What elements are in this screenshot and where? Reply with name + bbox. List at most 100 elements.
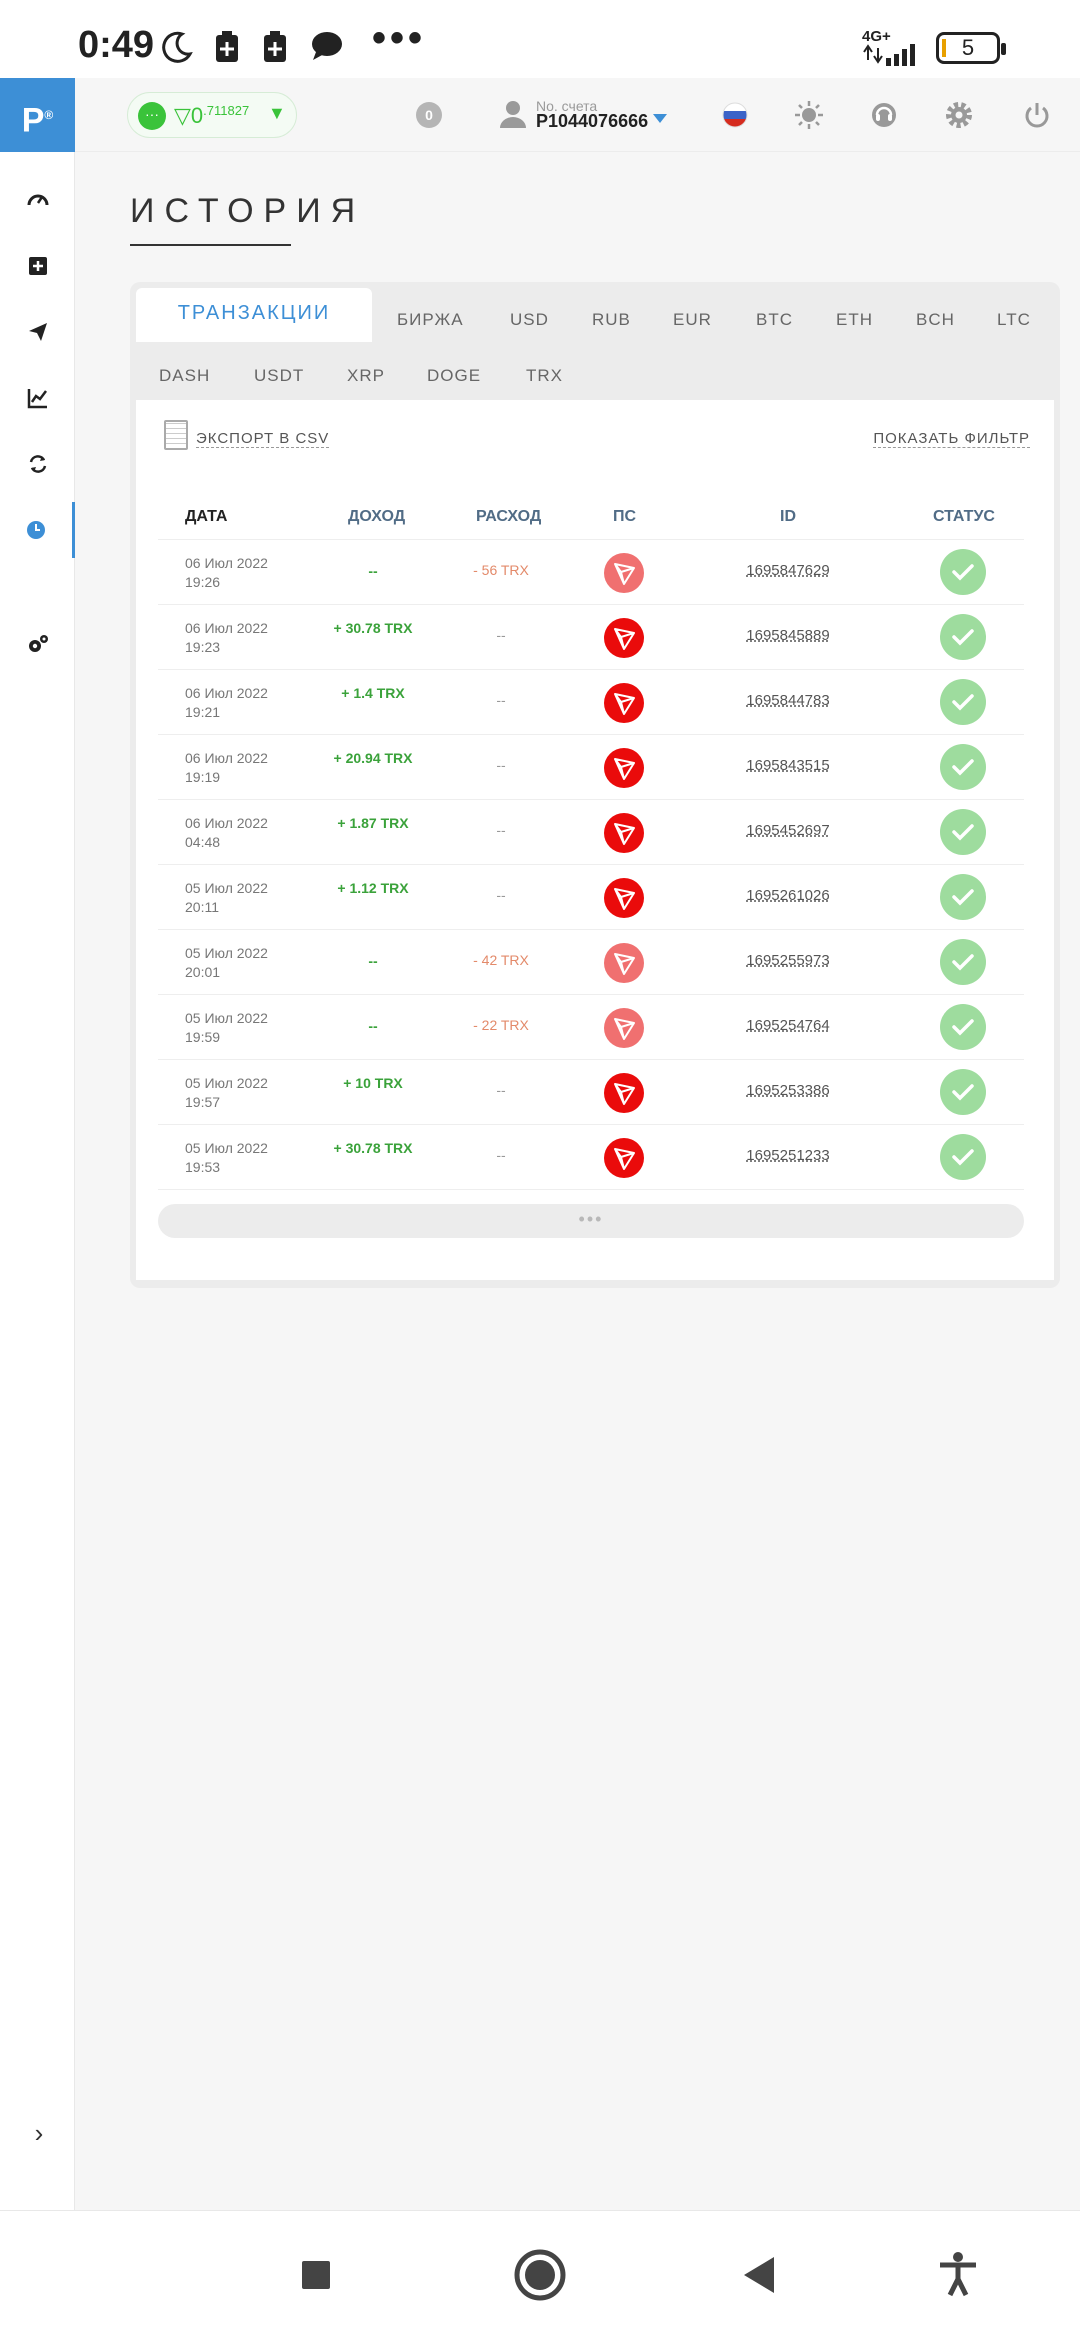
header-status: СТАТУС (933, 508, 995, 525)
sidebar-item-deposit[interactable] (0, 238, 75, 294)
home-circle-icon[interactable] (512, 2247, 568, 2303)
row-transaction-id[interactable]: 1695254764 (723, 1017, 853, 1034)
sidebar-expand-button[interactable]: › (24, 2118, 54, 2148)
tab-transactions[interactable]: ТРАНЗАКЦИИ (136, 288, 372, 342)
sidebar-item-send[interactable] (0, 304, 75, 360)
table-row[interactable]: 05 Июл 2022 19:53 + 30.78 TRX -- 1695251233 (158, 1125, 1024, 1190)
speedometer-icon (27, 194, 48, 206)
history-card: ТРАНЗАКЦИИ БИРЖА USD RUB EUR BTC ETH BCH… (130, 282, 1060, 1288)
paper-plane-icon (28, 323, 47, 341)
row-transaction-id[interactable]: 1695261026 (723, 887, 853, 904)
app-logo[interactable]: P® (0, 78, 75, 152)
export-csv-link[interactable]: ЭКСПОРТ В CSV (196, 430, 330, 448)
status-check-icon (940, 939, 986, 985)
row-income: + 1.4 TRX (341, 685, 405, 701)
support-icon[interactable] (867, 98, 901, 132)
row-expense: - 42 TRX (473, 952, 529, 968)
battery-percent: 5 (961, 35, 975, 60)
account-number[interactable]: P1044076666 (536, 111, 648, 132)
sidebar-item-history[interactable] (0, 502, 75, 558)
table-row[interactable]: 05 Июл 2022 20:11 + 1.12 TRX -- 1695261026 (158, 865, 1024, 930)
status-check-icon (940, 809, 986, 855)
row-transaction-id[interactable]: 1695845889 (723, 627, 853, 644)
tab-xrp[interactable]: XRP (347, 366, 385, 386)
tron-icon (604, 618, 644, 658)
tab-dash[interactable]: DASH (159, 366, 210, 386)
row-date: 06 Июл 2022 19:19 (185, 750, 268, 785)
status-check-icon (940, 744, 986, 790)
tron-icon (604, 943, 644, 983)
table-row[interactable]: 06 Июл 2022 19:21 + 1.4 TRX -- 1695844783 (158, 670, 1024, 735)
row-date: 05 Июл 2022 19:57 (185, 1075, 268, 1110)
notification-count[interactable]: 0 (416, 102, 442, 128)
row-income: + 1.87 TRX (337, 815, 409, 831)
table-row[interactable]: 05 Июл 2022 19:57 + 10 TRX -- 1695253386 (158, 1060, 1024, 1125)
theme-sun-icon[interactable] (792, 98, 826, 132)
header-income: ДОХОД (348, 508, 406, 525)
tab-usdt[interactable]: USDT (254, 366, 304, 386)
tab-trx[interactable]: TRX (526, 366, 563, 386)
tab-bch[interactable]: BCH (916, 310, 955, 330)
tron-icon (604, 813, 644, 853)
table-header: ДАТА ДОХОД РАСХОД ПС ID СТАТУС (158, 490, 1024, 540)
tab-btc[interactable]: BTC (756, 310, 793, 330)
power-icon[interactable] (1020, 98, 1054, 132)
tab-doge[interactable]: DOGE (427, 366, 481, 386)
currency-tabs: ТРАНЗАКЦИИ БИРЖА USD RUB EUR BTC ETH BCH… (130, 282, 1060, 342)
russia-flag-icon[interactable] (718, 98, 752, 132)
table-row[interactable]: 06 Июл 2022 19:19 + 20.94 TRX -- 1695843515 (158, 735, 1024, 800)
row-date: 06 Июл 2022 19:21 (185, 685, 268, 720)
accessibility-icon[interactable] (930, 2247, 986, 2303)
status-check-icon (940, 679, 986, 725)
sidebar-item-settings[interactable] (0, 616, 75, 672)
row-transaction-id[interactable]: 1695255973 (723, 952, 853, 969)
row-expense: - 56 TRX (473, 562, 529, 578)
tab-eur[interactable]: EUR (673, 310, 712, 330)
user-icon (500, 101, 526, 128)
row-transaction-id[interactable]: 1695251233 (723, 1147, 853, 1164)
tab-exchange[interactable]: БИРЖА (397, 310, 464, 330)
show-filter-link[interactable]: ПОКАЗАТЬ ФИЛЬТР (873, 430, 1030, 448)
balance-menu-icon: ··· (138, 102, 166, 130)
tron-icon (604, 683, 644, 723)
tab-usd[interactable]: USD (510, 310, 549, 330)
tron-icon (604, 1073, 644, 1113)
tron-icon (604, 1008, 644, 1048)
table-row[interactable]: 06 Июл 2022 04:48 + 1.87 TRX -- 1695452697 (158, 800, 1024, 865)
account-dropdown-icon[interactable] (653, 114, 667, 123)
tab-rub[interactable]: RUB (592, 310, 631, 330)
balance-decimals: .711827 (203, 103, 250, 118)
tron-icon (604, 553, 644, 593)
back-triangle-icon[interactable] (734, 2247, 790, 2303)
row-date: 05 Июл 2022 19:59 (185, 1010, 268, 1045)
tron-icon (604, 748, 644, 788)
transactions-table: 06 Июл 2022 19:26 -- - 56 TRX 1695847629 06 И… (158, 540, 1024, 1190)
sidebar-item-stats[interactable] (0, 370, 75, 426)
sidebar-item-dashboard[interactable] (0, 172, 75, 228)
table-row[interactable]: 06 Июл 2022 19:23 + 30.78 TRX -- 1695845889 (158, 605, 1024, 670)
tab-ltc[interactable]: LTC (997, 310, 1031, 330)
row-transaction-id[interactable]: 1695843515 (723, 757, 853, 774)
sidebar-item-exchange[interactable] (0, 436, 75, 492)
line-chart-icon (27, 389, 47, 409)
row-income: + 10 TRX (343, 1075, 403, 1091)
row-income: -- (368, 563, 378, 579)
gear-icon[interactable] (942, 98, 976, 132)
tab-eth[interactable]: ETH (836, 310, 873, 330)
balance-amount: ▽0.711827 (174, 103, 249, 129)
table-row[interactable]: 06 Июл 2022 19:26 -- - 56 TRX 1695847629 (158, 540, 1024, 605)
table-row[interactable]: 05 Июл 2022 20:01 -- - 42 TRX 1695255973 (158, 930, 1024, 995)
recents-square-icon[interactable] (288, 2247, 344, 2303)
row-transaction-id[interactable]: 1695847629 (723, 562, 853, 579)
table-row[interactable]: 05 Июл 2022 19:59 -- - 22 TRX 1695254764 (158, 995, 1024, 1060)
row-date: 05 Июл 2022 19:53 (185, 1140, 268, 1175)
row-transaction-id[interactable]: 1695844783 (723, 692, 853, 709)
chevron-down-icon: ▼ (268, 103, 286, 123)
title-underline (130, 244, 291, 246)
row-transaction-id[interactable]: 1695253386 (723, 1082, 853, 1099)
row-transaction-id[interactable]: 1695452697 (723, 822, 853, 839)
row-income: + 1.12 TRX (337, 880, 409, 896)
load-more-button[interactable]: ••• (158, 1204, 1024, 1238)
balance-selector[interactable]: ··· ▽0.711827 ▼ (127, 92, 297, 138)
row-expense: -- (496, 627, 506, 643)
